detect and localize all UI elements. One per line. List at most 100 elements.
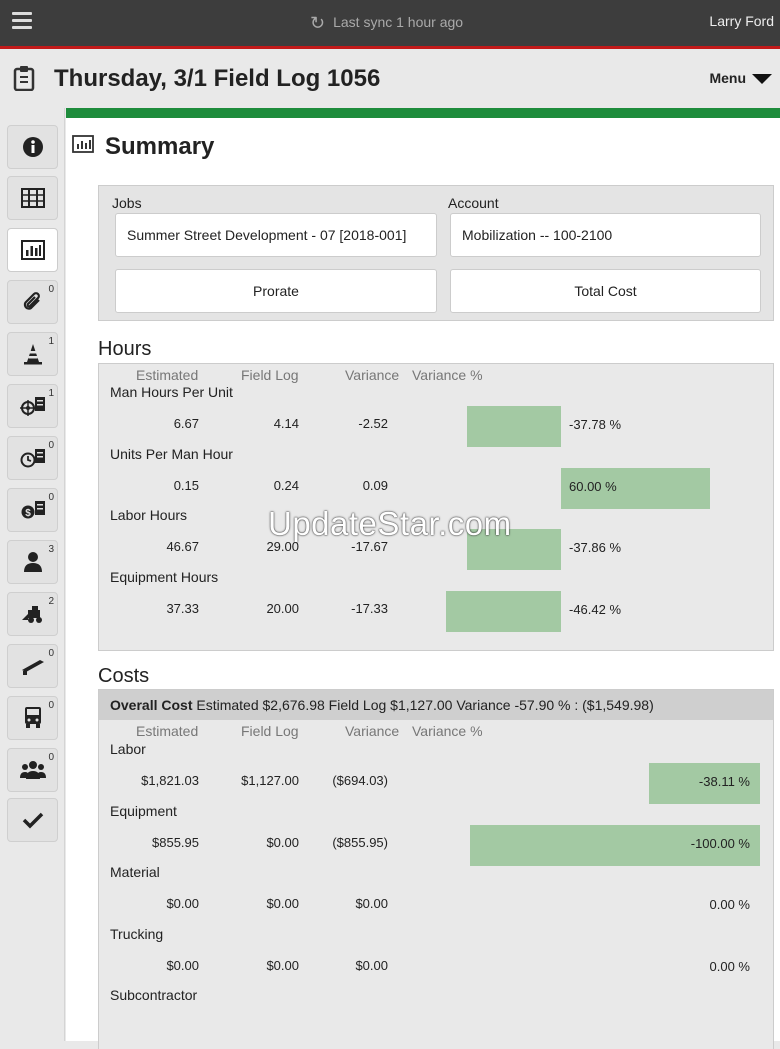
traffic-cone-icon	[23, 344, 42, 365]
sidebar-item-info[interactable]	[7, 125, 58, 169]
loader-icon	[21, 606, 42, 623]
sidebar-item-costs[interactable]: $ 0	[7, 488, 58, 532]
clipboard-icon	[13, 66, 35, 91]
sidebar-item-complete[interactable]	[7, 798, 58, 842]
trowel-icon	[21, 660, 44, 675]
hours-field-log: 0.24	[273, 477, 299, 493]
overall-cost-bar: Overall Cost Estimated $2,676.98 Field L…	[99, 690, 773, 720]
watermark-text: UpdateStar.com	[268, 505, 512, 542]
costs-panel: Overall Cost Estimated $2,676.98 Field L…	[98, 689, 774, 1049]
sidebar-item-summary[interactable]	[7, 228, 58, 272]
badge-count: 1	[48, 388, 54, 399]
variance-pct: -46.42 %	[569, 601, 622, 617]
sidebar-item-subcontractors[interactable]: 0	[7, 748, 58, 792]
badge-count: 1	[48, 336, 54, 347]
section-accent-bar	[66, 108, 780, 118]
costs-title: Costs	[98, 665, 150, 687]
sidebar-item-grid[interactable]	[7, 176, 58, 220]
variance-pct: 60.00 %	[569, 478, 617, 494]
sync-text: Last sync 1 hour ago	[333, 14, 464, 30]
badge-count: 0	[48, 440, 54, 451]
sidebar-item-targets[interactable]: 1	[7, 384, 58, 428]
variance-pct: 0.00 %	[709, 958, 750, 974]
jobs-select[interactable]: Summer Street Development - 07 [2018-001…	[115, 213, 437, 257]
hamburger-menu-icon[interactable]	[12, 12, 32, 30]
variance-pct: -37.78 %	[569, 417, 622, 432]
cost-field-log: $0.00	[266, 896, 299, 911]
sidebar-item-equipment[interactable]: 2	[7, 592, 58, 636]
col-variance: Variance	[345, 367, 400, 383]
hours-estimated: 46.67	[166, 539, 199, 554]
checkmark-icon	[22, 812, 43, 829]
col-estimated: Estimated	[136, 367, 199, 383]
badge-count: 3	[48, 544, 54, 555]
hours-variance: -17.33	[351, 600, 388, 616]
overall-cost-label: Overall Cost	[110, 697, 193, 713]
svg-text:$: $	[25, 508, 31, 519]
account-label: Account	[448, 195, 499, 211]
badge-count: 0	[48, 284, 54, 295]
prorate-button[interactable]: Prorate	[115, 269, 437, 313]
cost-variance: $0.00	[355, 896, 388, 911]
hours-row-label: Labor Hours	[110, 507, 188, 523]
filter-panel: Jobs Account Summer Street Development -…	[98, 185, 774, 321]
paperclip-icon	[23, 292, 40, 310]
cost-row-label: Subcontractor	[110, 987, 198, 1003]
variance-pct: 0.00 %	[709, 897, 750, 912]
variance-bar	[445, 590, 561, 632]
menu-dropdown[interactable]: Menu	[709, 70, 772, 86]
clock-list-icon	[20, 449, 45, 468]
cost-row-label: Equipment	[110, 802, 177, 819]
sidebar-nav: 0 1 1 0 $ 0 3 2 0 0 0	[0, 108, 65, 1041]
cost-variance: $0.00	[355, 957, 388, 973]
total-cost-button[interactable]: Total Cost	[450, 269, 761, 313]
hours-row-label: Units Per Man Hour	[110, 445, 233, 462]
col-variance: Variance	[345, 723, 400, 739]
summary-title: Summary	[105, 133, 215, 160]
person-icon	[23, 552, 42, 572]
account-select[interactable]: Mobilization -- 100-2100	[450, 213, 761, 257]
variance-bar	[467, 406, 561, 447]
col-variance-pct: Variance %	[412, 367, 483, 383]
page-title: Thursday, 3/1 Field Log 1056	[54, 65, 381, 92]
cost-row-label: Labor	[110, 741, 146, 757]
sidebar-item-material[interactable]: 0	[7, 644, 58, 688]
sidebar-item-attachments[interactable]: 0	[7, 280, 58, 324]
hours-estimated: 0.15	[173, 477, 199, 493]
hours-row-label: Man Hours Per Unit	[110, 384, 233, 400]
jobs-label: Jobs	[112, 195, 142, 211]
hours-estimated: 6.67	[173, 416, 199, 431]
cost-estimated: $0.00	[166, 896, 199, 911]
cost-row-label: Material	[110, 864, 160, 880]
cost-variance: ($855.95)	[332, 834, 388, 850]
cost-estimated: $0.00	[166, 957, 199, 973]
col-estimated: Estimated	[136, 723, 199, 739]
truck-icon	[24, 707, 41, 728]
sidebar-item-safety[interactable]: 1	[7, 332, 58, 376]
cost-variance: ($694.03)	[332, 773, 388, 788]
col-variance-pct: Variance %	[412, 723, 483, 739]
col-field-log: Field Log	[241, 723, 299, 739]
page-header: Thursday, 3/1 Field Log 1056 Menu	[0, 49, 780, 108]
group-icon	[19, 761, 46, 779]
user-name[interactable]: Larry Ford	[709, 13, 774, 29]
sidebar-item-trucking[interactable]: 0	[7, 696, 58, 740]
bar-chart-icon	[20, 240, 45, 260]
col-field-log: Field Log	[241, 367, 299, 383]
badge-count: 2	[48, 596, 54, 607]
hours-row-label: Equipment Hours	[110, 568, 219, 585]
cost-estimated: $855.95	[152, 834, 199, 850]
dollar-list-icon: $	[21, 501, 45, 519]
cost-field-log: $1,127.00	[241, 773, 299, 788]
badge-count: 0	[48, 648, 54, 659]
main-content: Summary Jobs Account Summer Street Devel…	[66, 118, 780, 1049]
cost-field-log: $0.00	[266, 957, 299, 973]
sidebar-item-labor[interactable]: 3	[7, 540, 58, 584]
sidebar-item-timer[interactable]: 0	[7, 436, 58, 480]
target-list-icon	[19, 397, 45, 416]
sync-status[interactable]: ↻ Last sync 1 hour ago	[310, 13, 463, 34]
cost-estimated: $1,821.03	[141, 773, 199, 788]
grid-icon	[20, 188, 45, 208]
cost-field-log: $0.00	[266, 834, 299, 850]
hours-estimated: 37.33	[166, 600, 199, 616]
